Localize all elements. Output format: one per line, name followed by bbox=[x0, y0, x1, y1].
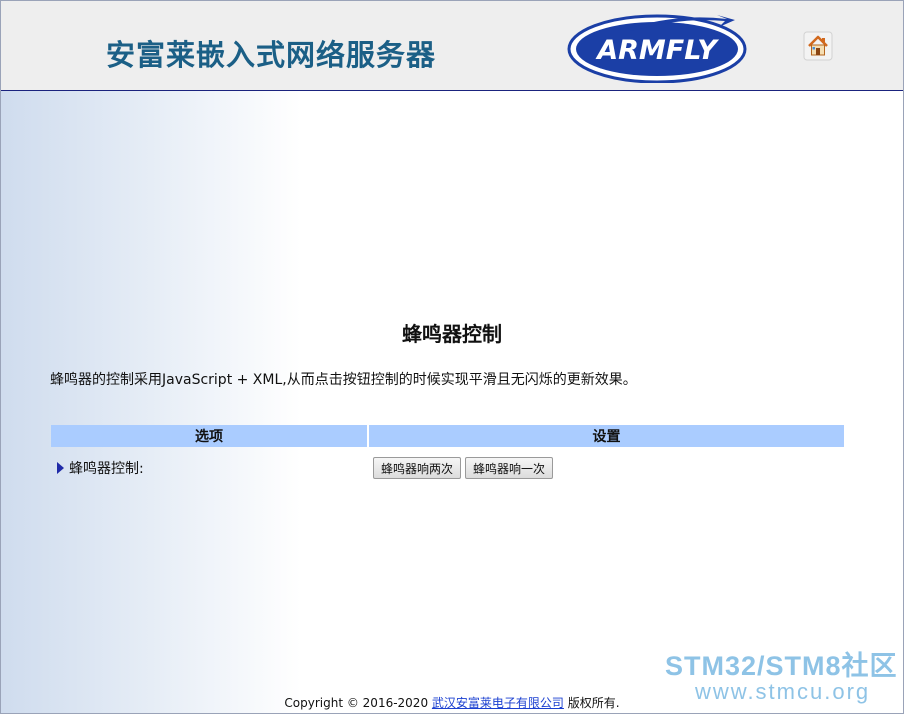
copyright-text: Copyright © 2016-2020 bbox=[284, 696, 429, 710]
header-setting: 设置 bbox=[369, 425, 844, 447]
company-link[interactable]: 武汉安富莱电子有限公司 bbox=[432, 696, 564, 710]
setting-cell: 蜂鸣器响两次 蜂鸣器响一次 bbox=[369, 457, 844, 479]
header: 安富莱嵌入式网络服务器 ARMFLY bbox=[1, 1, 903, 91]
table-header-row: 选项 设置 bbox=[51, 425, 844, 449]
page-frame bbox=[0, 0, 904, 714]
intro-text: 蜂鸣器的控制采用JavaScript + XML,从而点击按钮控制的时候实现平滑… bbox=[50, 372, 637, 388]
table-row: 蜂鸣器控制: 蜂鸣器响两次 蜂鸣器响一次 bbox=[51, 453, 844, 483]
site-title: 安富莱嵌入式网络服务器 bbox=[106, 38, 437, 72]
rights-text: 版权所有. bbox=[567, 696, 620, 710]
header-option: 选项 bbox=[51, 425, 367, 447]
home-button[interactable] bbox=[803, 31, 833, 61]
home-icon bbox=[803, 31, 833, 61]
beep-twice-button[interactable]: 蜂鸣器响两次 bbox=[373, 457, 462, 479]
logo-text: ARMFLY bbox=[595, 35, 719, 66]
watermark-title: STM32/STM8社区 bbox=[665, 651, 898, 681]
triangle-bullet-icon bbox=[57, 462, 64, 474]
armfly-logo: ARMFLY bbox=[567, 14, 747, 83]
footer: Copyright © 2016-2020 武汉安富莱电子有限公司 版权所有. bbox=[0, 694, 904, 711]
option-cell: 蜂鸣器控制: bbox=[51, 458, 367, 478]
beep-once-button[interactable]: 蜂鸣器响一次 bbox=[465, 457, 554, 479]
control-table: 选项 设置 蜂鸣器控制: 蜂鸣器响两次 蜂鸣器响一次 bbox=[51, 425, 844, 483]
option-label: 蜂鸣器控制: bbox=[69, 461, 144, 477]
page-heading: 蜂鸣器控制 bbox=[402, 322, 502, 346]
